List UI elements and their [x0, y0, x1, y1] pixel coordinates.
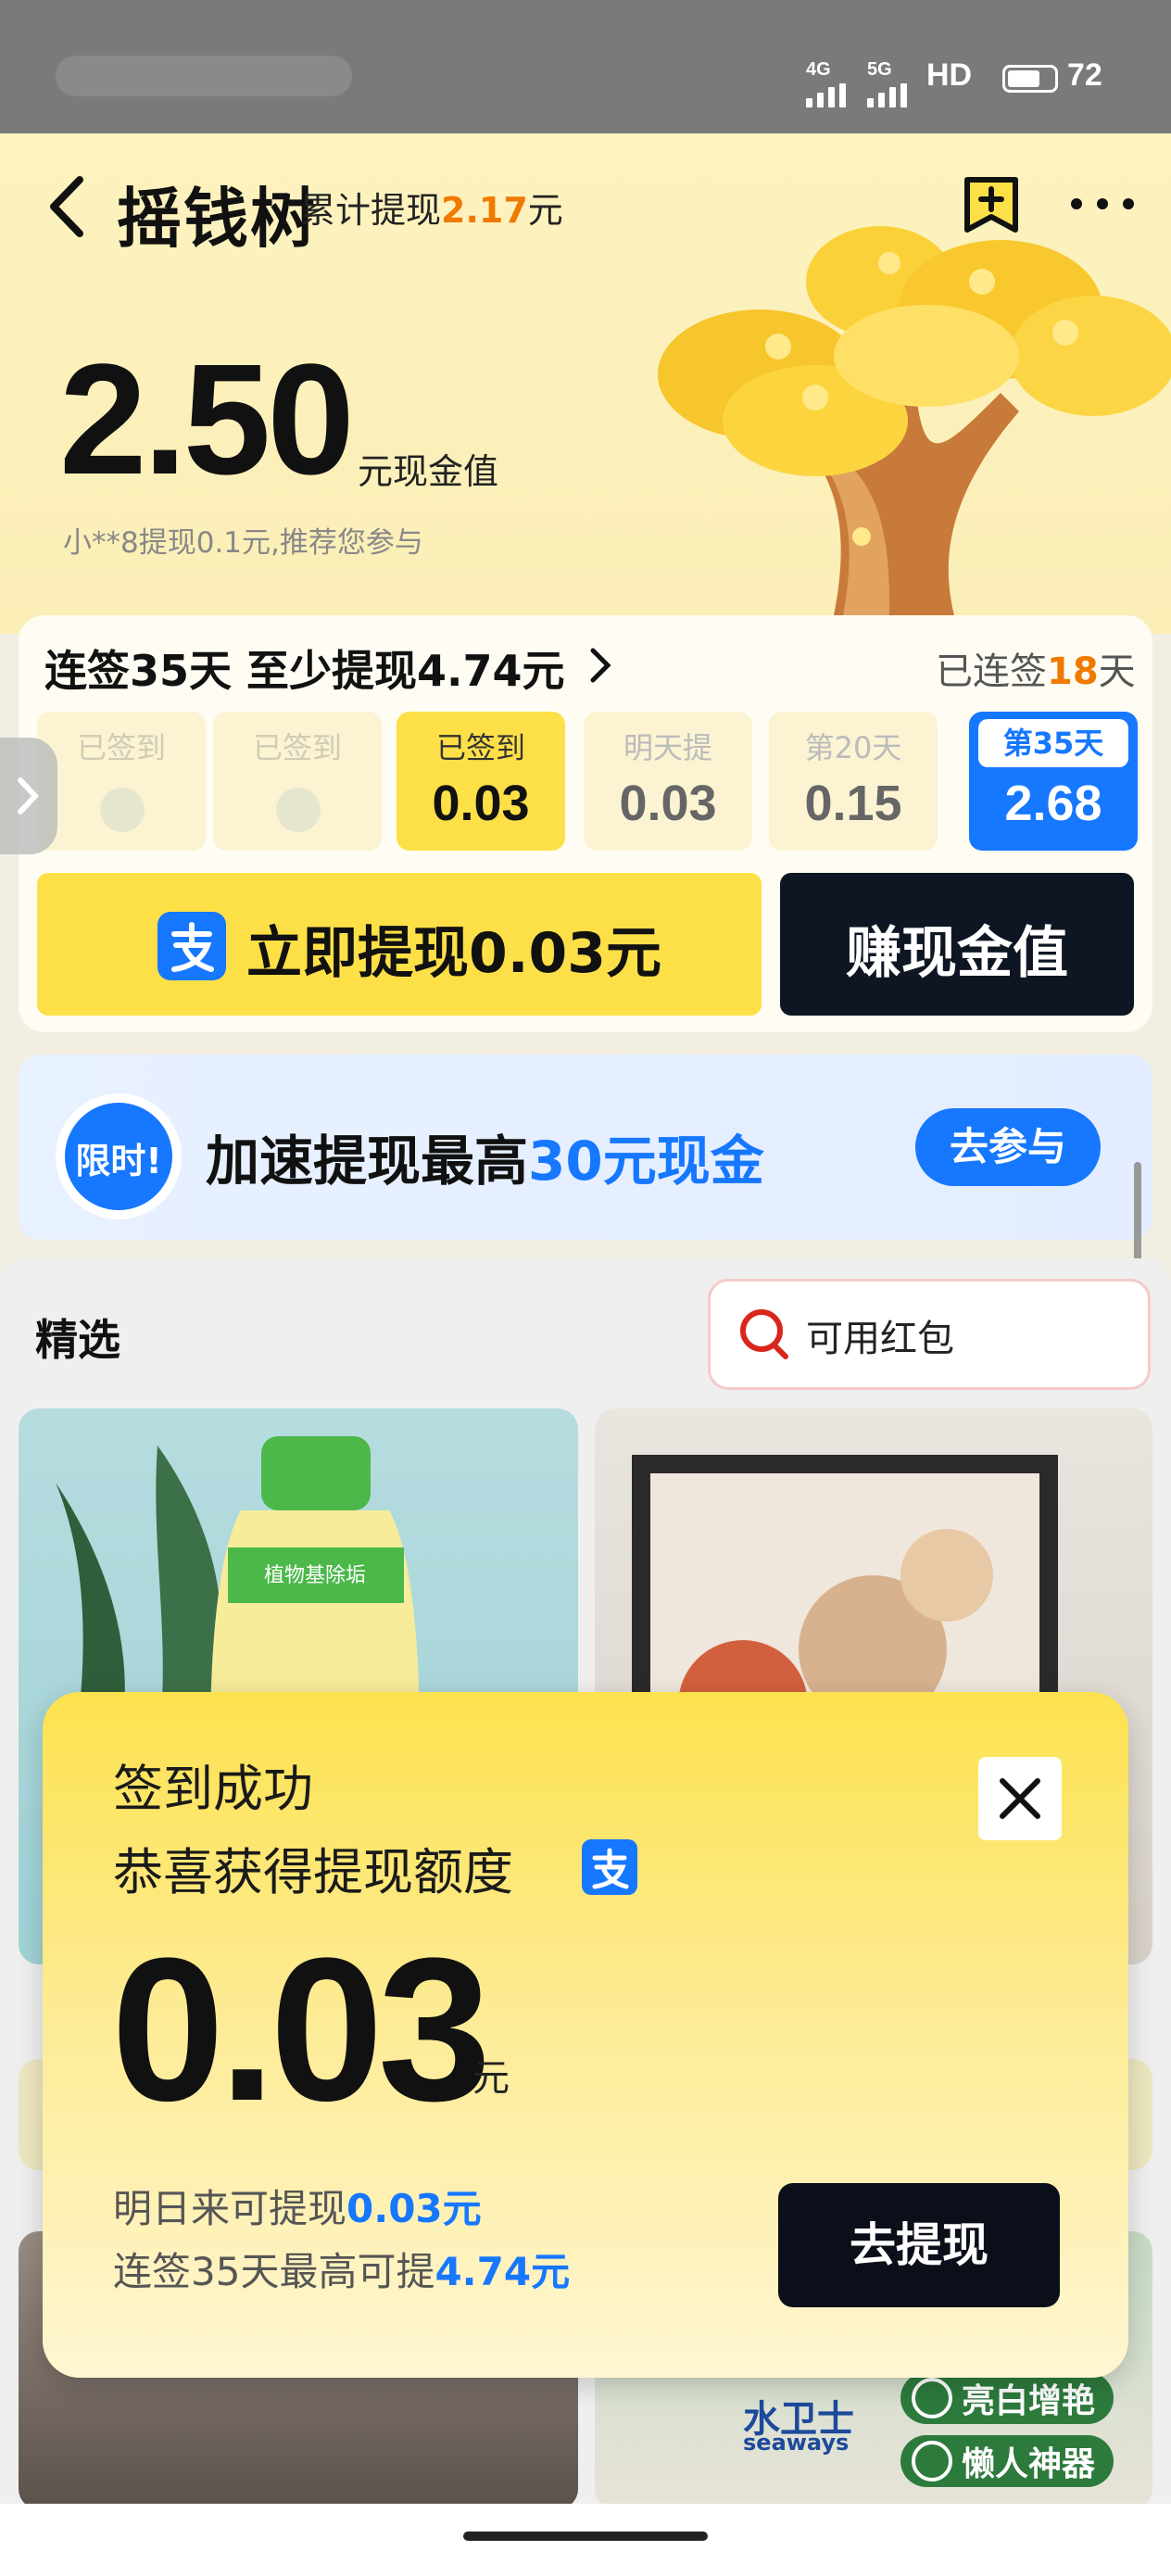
cumulative-unit: 元 — [527, 190, 563, 231]
status-notification-icons — [56, 56, 352, 96]
day-value: 0.03 — [432, 776, 530, 831]
close-button[interactable] — [978, 1757, 1062, 1840]
streak-suffix: 天 — [1098, 650, 1136, 693]
signal-icon-2 — [867, 74, 907, 107]
day-value: 0.03 — [619, 776, 717, 831]
checked-icon — [100, 788, 145, 832]
back-icon[interactable] — [41, 174, 96, 239]
streak-title[interactable]: 连签35天 至少提现4.74元 — [44, 638, 565, 699]
alipay-icon — [157, 912, 226, 980]
money-tree-icon — [658, 226, 1171, 615]
cash-balance: 2.50 — [59, 332, 355, 508]
search-icon — [740, 1309, 788, 1359]
streak-count: 已连签18天 — [936, 641, 1136, 695]
day-label: 明天提 — [623, 730, 712, 765]
add-bookmark-icon[interactable] — [960, 172, 1023, 235]
withdrawal-tip: 小**8提现0.1元,推荐您参与 — [63, 526, 423, 560]
chevron-right-icon[interactable] — [586, 645, 613, 686]
product-tag-2: 懒人神器 — [900, 2435, 1114, 2487]
line2-text: 连签35天最高可提 — [113, 2249, 435, 2294]
streak-days: 18 — [1047, 650, 1099, 693]
bottle-label: 植物基除垢 — [263, 1564, 366, 1587]
day-label: 第35天 — [978, 719, 1128, 767]
line1-amount: 0.03元 — [346, 2186, 482, 2231]
day-label: 已签到 — [76, 730, 166, 765]
tomorrow-withdraw-info: 明日来可提现0.03元 — [113, 2178, 482, 2234]
promo-text-b: 30元现金 — [528, 1130, 764, 1193]
alipay-icon — [582, 1839, 637, 1895]
product-brand-en: seaways — [743, 2430, 850, 2456]
day-label: 已签到 — [252, 730, 342, 765]
product-tag-label: 亮白增艳 — [962, 2382, 1096, 2420]
day-label: 第20天 — [804, 730, 902, 765]
day-cell-4: 明天提 0.03 — [584, 712, 752, 851]
reward-amount-unit: 元 — [472, 2057, 510, 2100]
home-indicator[interactable] — [463, 2532, 708, 2541]
cumulative-label: 累计提现 — [300, 190, 442, 231]
check-circle-icon — [912, 2378, 952, 2418]
day-cell-5: 第20天 0.15 — [769, 712, 938, 851]
side-expand-tab[interactable] — [0, 738, 57, 854]
cumulative-withdrawal: 累计提现2.17元 — [300, 182, 563, 233]
page-title: 摇钱树 — [117, 181, 317, 257]
close-icon — [1000, 1778, 1040, 1819]
join-button[interactable]: 去参与 — [915, 1108, 1101, 1186]
line1-text: 明日来可提现 — [113, 2186, 347, 2231]
cash-balance-unit: 元现金值 — [358, 451, 499, 492]
dialog-title: 签到成功 — [113, 1760, 313, 1818]
hd-label: HD — [926, 57, 973, 93]
signal-icon — [806, 74, 846, 107]
earn-cash-label: 赚现金值 — [846, 921, 1068, 986]
promo-text: 加速提现最高30元现金 — [206, 1118, 764, 1195]
product-tag-label: 懒人神器 — [962, 2445, 1096, 2483]
dialog-subtitle: 恭喜获得提现额度 — [113, 1843, 513, 1901]
cumulative-value: 2.17 — [441, 190, 528, 231]
more-options-icon[interactable] — [1065, 185, 1140, 222]
promo-text-a: 加速提现最高 — [206, 1130, 529, 1193]
day-cell-2: 已签到 — [213, 712, 382, 851]
day-cell-6: 第35天 2.68 — [969, 712, 1138, 851]
day-cell-3: 已签到 0.03 — [397, 712, 565, 851]
check-circle-icon — [912, 2441, 952, 2481]
checked-icon — [276, 788, 321, 832]
day-value: 2.68 — [1004, 776, 1102, 831]
battery-icon — [1002, 65, 1058, 93]
streak-prefix: 已连签 — [936, 650, 1047, 693]
battery-level: 72 — [1067, 57, 1102, 93]
red-packet-filter-label: 可用红包 — [806, 1318, 954, 1360]
streak-max-info: 连签35天最高可提4.74元 — [113, 2241, 570, 2297]
withdraw-now-label: 立即提现0.03元 — [246, 921, 662, 986]
day-label: 已签到 — [435, 730, 525, 765]
line2-amount: 4.74元 — [434, 2249, 571, 2294]
product-tag-1: 亮白增艳 — [900, 2372, 1114, 2424]
reward-amount: 0.03 — [111, 1915, 491, 2143]
day-cell-1: 已签到 — [37, 712, 206, 851]
feed-title: 精选 — [35, 1315, 120, 1365]
day-value: 0.15 — [804, 776, 902, 831]
go-withdraw-button[interactable]: 去提现 — [778, 2183, 1060, 2307]
limited-time-label: 限时! — [75, 1141, 162, 1181]
